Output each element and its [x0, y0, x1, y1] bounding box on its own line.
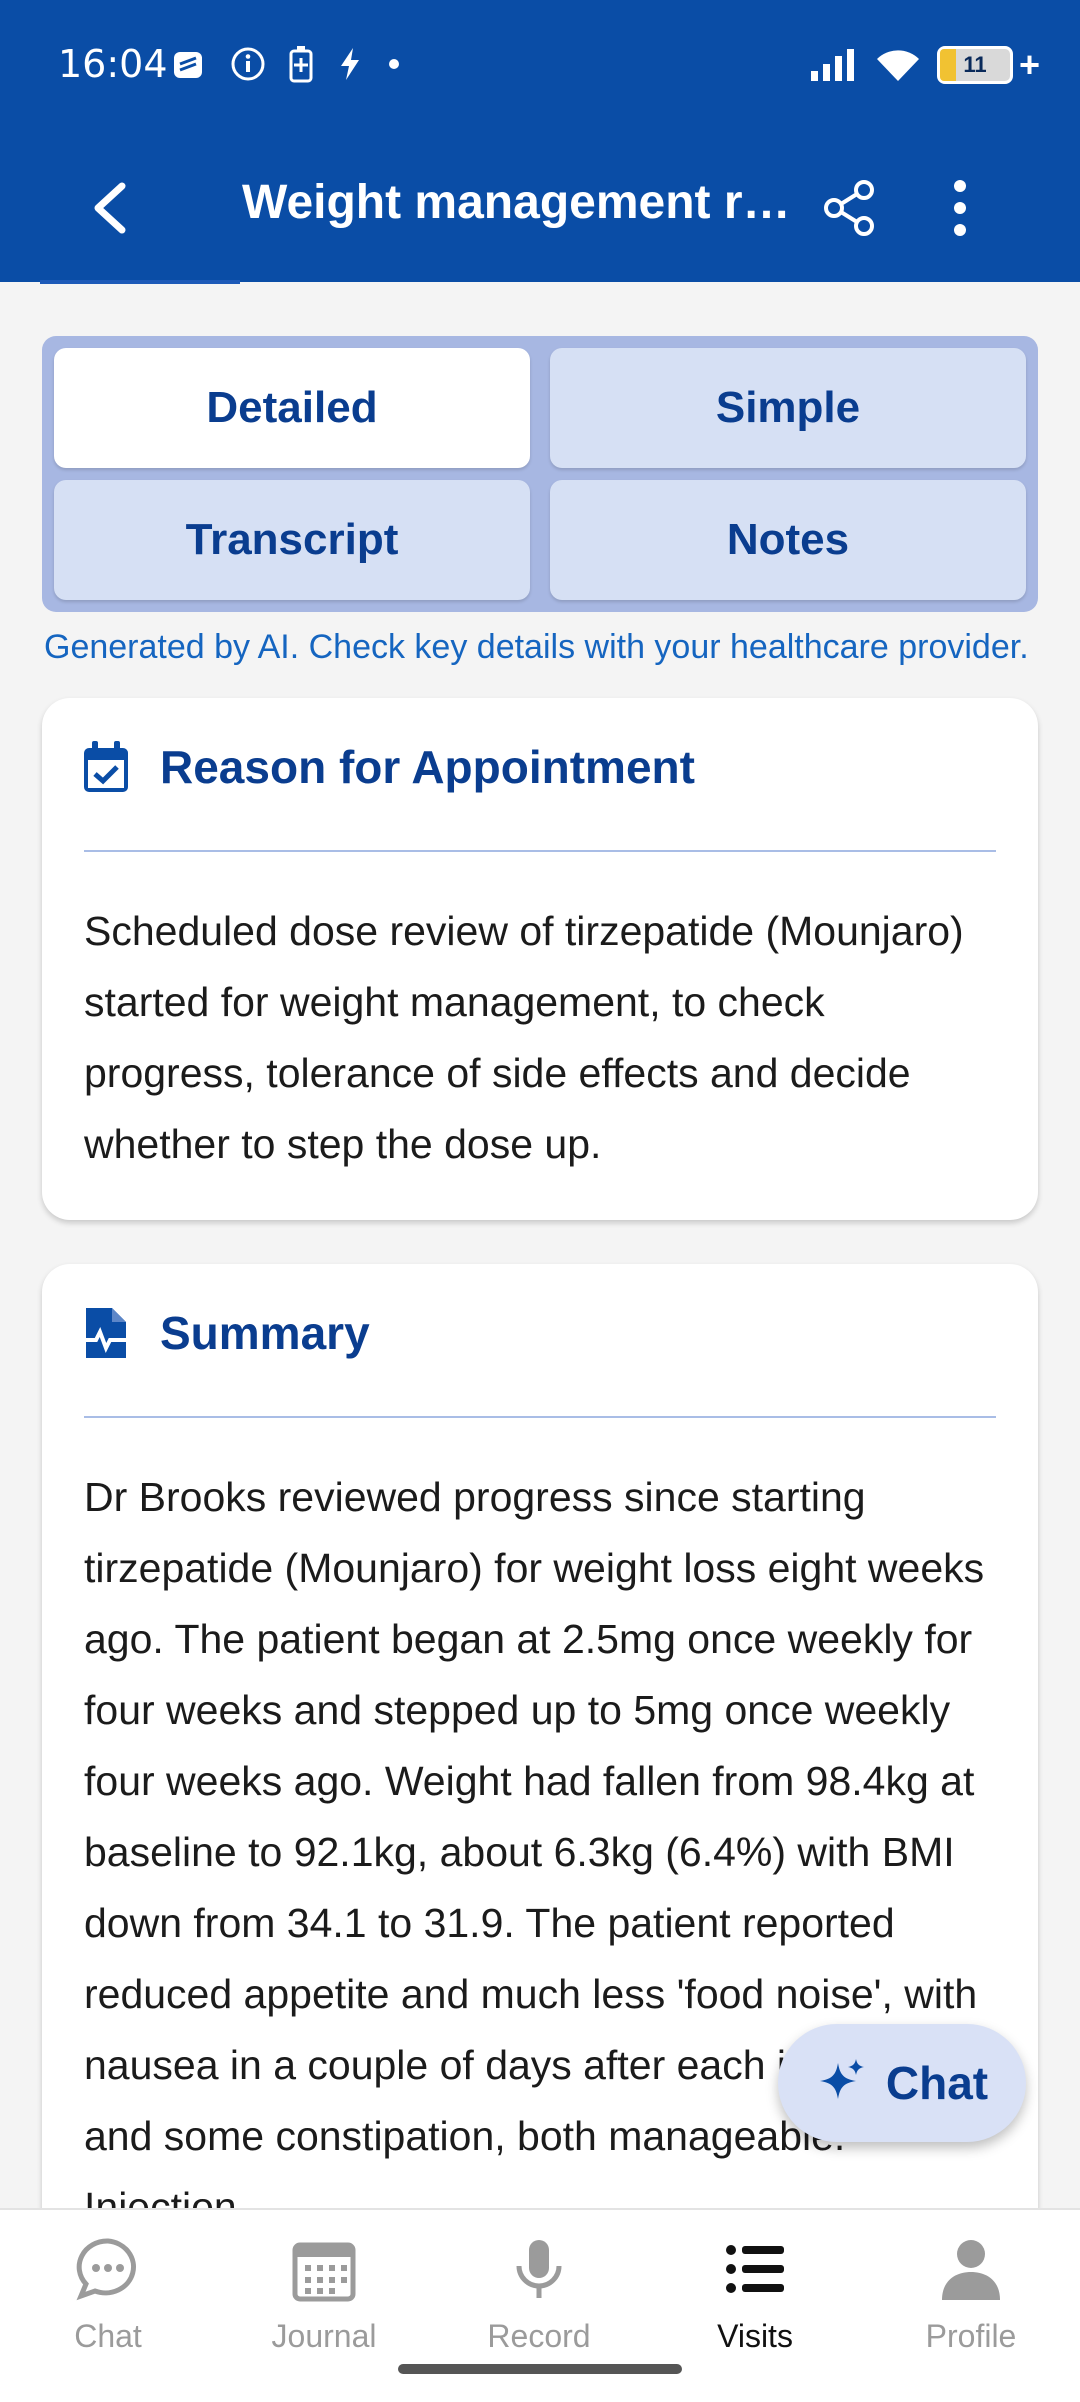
- sparkle-icon: [819, 2059, 864, 2099]
- share-button[interactable]: [822, 178, 878, 243]
- summary-header: Summary: [82, 1306, 370, 1360]
- nav-profile[interactable]: Profile: [891, 2236, 1051, 2355]
- reason-title: Reason for Appointment: [160, 741, 695, 793]
- reason-text: Scheduled dose review of tirzepatide (Mo…: [84, 908, 964, 1167]
- nav-chat[interactable]: Chat: [28, 2236, 188, 2355]
- status-bar: 16:04 11 +: [0, 0, 1080, 130]
- reason-divider: [84, 850, 996, 852]
- chat-fab-button[interactable]: Chat: [778, 2024, 1026, 2142]
- chat-fab-label: Chat: [885, 2057, 989, 2109]
- back-button[interactable]: [88, 180, 132, 241]
- microphone-icon: [516, 2240, 562, 2298]
- battery-saver-icon: [289, 46, 313, 83]
- share-icon: [824, 180, 874, 236]
- tab-detailed[interactable]: Detailed: [54, 348, 530, 468]
- battery-indicator: 11: [936, 46, 1013, 84]
- info-icon: [231, 47, 265, 81]
- wifi-icon: [876, 50, 919, 81]
- dot-icon: [389, 59, 399, 69]
- chat-bubble-icon: [76, 2238, 136, 2301]
- summary-divider: [84, 1416, 996, 1418]
- calendar-check-icon: [84, 741, 128, 792]
- status-system-icons: 11 +: [809, 44, 1040, 86]
- nav-chat-label: Chat: [74, 2318, 142, 2354]
- nav-visits[interactable]: Visits: [675, 2236, 835, 2355]
- list-icon: [726, 2245, 784, 2293]
- calendar-icon: [292, 2242, 356, 2302]
- view-tabs: Detailed Simple Transcript Notes: [42, 336, 1038, 612]
- page-title: Weight management r…: [242, 176, 791, 229]
- nav-record-label: Record: [487, 2318, 591, 2354]
- nav-visits-label: Visits: [717, 2318, 793, 2354]
- nav-journal[interactable]: Journal: [244, 2236, 404, 2355]
- reason-header: Reason for Appointment: [82, 740, 695, 794]
- battery-level: 11: [963, 52, 987, 77]
- battery-charging-plus: +: [1018, 44, 1040, 85]
- back-arrow-icon: [94, 182, 126, 234]
- signal-icon: [810, 49, 854, 81]
- tab-transcript[interactable]: Transcript: [54, 480, 530, 600]
- app-notification-icon: [174, 52, 202, 78]
- nav-profile-label: Profile: [925, 2318, 1017, 2354]
- gesture-bar[interactable]: [398, 2364, 682, 2374]
- nav-record[interactable]: Record: [459, 2236, 619, 2355]
- status-time: 16:04: [58, 42, 168, 86]
- reason-card: Reason for Appointment Scheduled dose re…: [42, 698, 1038, 1220]
- nav-journal-label: Journal: [271, 2318, 377, 2354]
- summary-title: Summary: [160, 1307, 370, 1359]
- person-icon: [942, 2240, 1000, 2300]
- flash-icon: [341, 48, 359, 80]
- tab-notes[interactable]: Notes: [550, 480, 1026, 600]
- tab-simple[interactable]: Simple: [550, 348, 1026, 468]
- app-bar: Weight management r…: [0, 130, 1080, 282]
- medical-file-icon: [84, 1308, 128, 1358]
- appbar-underline: [40, 280, 240, 284]
- ai-disclaimer: Generated by AI. Check key details with …: [44, 628, 1029, 666]
- more-vertical-icon: [954, 180, 966, 236]
- status-notification-icons: [168, 44, 402, 84]
- more-options-button[interactable]: [940, 178, 980, 243]
